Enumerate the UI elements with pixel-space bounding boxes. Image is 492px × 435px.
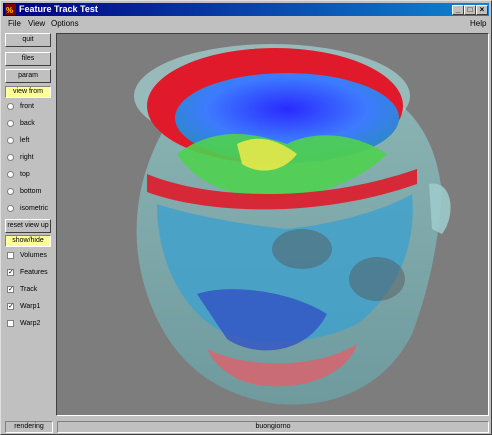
- checkmark-icon: ✓: [7, 303, 14, 310]
- view-radio-front[interactable]: front: [7, 101, 53, 113]
- radio-icon: [7, 154, 14, 161]
- view-radio-back[interactable]: back: [7, 118, 53, 130]
- radio-icon: [7, 205, 14, 212]
- menu-file[interactable]: File: [8, 19, 21, 28]
- minimize-button[interactable]: _: [452, 5, 464, 15]
- render-viewport[interactable]: [56, 33, 489, 416]
- checkbox-track[interactable]: ✓ Track: [7, 284, 53, 296]
- menu-help[interactable]: Help: [470, 19, 486, 28]
- head-volume-render: [134, 44, 451, 405]
- param-button[interactable]: param: [5, 69, 51, 83]
- checkmark-icon: ✓: [7, 269, 14, 276]
- checkbox-icon: [7, 252, 14, 259]
- view-radio-isometric[interactable]: isometric: [7, 203, 53, 215]
- checkbox-warp1[interactable]: ✓ Warp1: [7, 301, 53, 313]
- view-radio-right[interactable]: right: [7, 152, 53, 164]
- checkbox-icon: [7, 320, 14, 327]
- maximize-button[interactable]: □: [464, 5, 476, 15]
- checkbox-warp2[interactable]: Warp2: [7, 318, 53, 330]
- show-hide-label: show/hide: [5, 235, 51, 247]
- quit-button[interactable]: quit: [5, 33, 51, 47]
- menu-view[interactable]: View: [28, 19, 45, 28]
- svg-text:%: %: [6, 6, 13, 15]
- status-message: buongiorno: [57, 421, 489, 433]
- view-from-label: view from: [5, 86, 51, 98]
- radio-icon: [7, 137, 14, 144]
- view-radio-left[interactable]: left: [7, 135, 53, 147]
- view-radio-top[interactable]: top: [7, 169, 53, 181]
- checkbox-volumes[interactable]: Volumes: [7, 250, 53, 262]
- title-bar: % Feature Track Test _ □ ×: [3, 3, 489, 16]
- files-button[interactable]: files: [5, 52, 51, 66]
- menu-bar: File View Options Help: [3, 17, 489, 31]
- radio-icon: [7, 103, 14, 110]
- control-panel: quit files param view from front back le…: [3, 32, 53, 417]
- radio-icon: [7, 171, 14, 178]
- view-radio-bottom[interactable]: bottom: [7, 186, 53, 198]
- close-button[interactable]: ×: [476, 5, 488, 15]
- radio-icon: [7, 188, 14, 195]
- radio-icon: [7, 120, 14, 127]
- reset-view-button[interactable]: reset view up: [5, 219, 51, 233]
- checkbox-features[interactable]: ✓ Features: [7, 267, 53, 279]
- menu-options[interactable]: Options: [51, 19, 79, 28]
- checkmark-icon: ✓: [7, 286, 14, 293]
- status-rendering: rendering: [5, 421, 53, 433]
- window-title: Feature Track Test: [19, 4, 98, 14]
- app-icon: %: [5, 4, 16, 15]
- app-window: % Feature Track Test _ □ × File View Opt…: [0, 0, 492, 435]
